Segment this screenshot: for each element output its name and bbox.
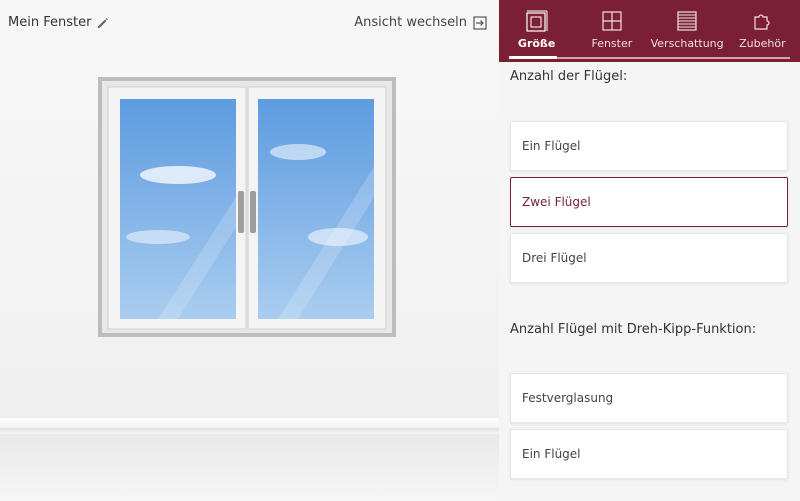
tab-accessories[interactable]: Zubehör	[725, 0, 800, 62]
wings-section-title: Anzahl der Flügel:	[510, 69, 628, 84]
tab-size-label: Größe	[517, 37, 556, 50]
window-name-area[interactable]: Mein Fenster	[8, 15, 109, 30]
switch-view-icon	[473, 15, 487, 30]
tab-active-indicator	[509, 56, 557, 59]
window-name: Mein Fenster	[8, 15, 92, 30]
option-label: Zwei Flügel	[522, 195, 591, 209]
edit-pencil-icon[interactable]	[97, 17, 109, 29]
tab-size[interactable]: Größe	[499, 0, 574, 62]
wings-option-two[interactable]: Zwei Flügel	[510, 177, 788, 227]
accessory-icon	[754, 14, 770, 30]
option-label: Drei Flügel	[522, 251, 587, 265]
switch-view-label: Ansicht wechseln	[354, 15, 467, 30]
window-illustration	[98, 77, 396, 337]
shading-icon	[677, 11, 697, 31]
size-icon	[526, 10, 548, 32]
tab-shading[interactable]: Verschattung	[650, 0, 725, 62]
tilt-option-one[interactable]: Ein Flügel	[510, 429, 788, 479]
tab-accessories-label: Zubehör	[739, 37, 786, 50]
config-tabs: Größe Fenster Verschattung Zubehör	[499, 0, 800, 62]
baseboard	[0, 428, 499, 434]
double-casement-window	[98, 77, 396, 337]
option-label: Ein Flügel	[522, 447, 581, 461]
wings-option-one[interactable]: Ein Flügel	[510, 121, 788, 171]
option-label: Ein Flügel	[522, 139, 581, 153]
tab-shading-label: Verschattung	[650, 37, 724, 50]
config-panel: Größe Fenster Verschattung Zubehör Anzah…	[499, 0, 800, 501]
tilt-option-fixed[interactable]: Festverglasung	[510, 373, 788, 423]
switch-view-button[interactable]: Ansicht wechseln	[354, 15, 487, 30]
tab-indicator-track	[509, 56, 790, 59]
tab-window[interactable]: Fenster	[574, 0, 649, 62]
tab-window-label: Fenster	[591, 37, 633, 50]
window-preview-pane: Mein Fenster Ansicht wechseln	[0, 0, 499, 501]
option-label: Festverglasung	[522, 391, 614, 405]
window-icon	[602, 11, 622, 31]
tilt-section-title: Anzahl Flügel mit Dreh-Kipp-Funktion:	[510, 322, 757, 337]
wings-option-three[interactable]: Drei Flügel	[510, 233, 788, 283]
